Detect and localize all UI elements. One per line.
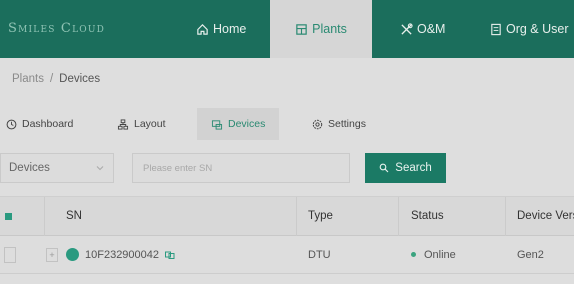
search-button[interactable]: Search [365,153,446,183]
nav-item-home[interactable]: Home [196,0,246,58]
column-divider [505,197,506,237]
sn-search-input[interactable] [132,153,350,183]
nav-item-label: Plants [312,22,347,36]
online-status-dot [411,252,416,257]
table-row[interactable]: + 10F232900042 DTU Online Gen2 [0,236,574,274]
tab-devices[interactable]: Devices [197,108,280,140]
cell-version: Gen2 [517,248,544,261]
column-divider [44,197,45,237]
tab-label: Settings [328,118,366,130]
column-header-sn[interactable]: SN [66,197,82,235]
status-value: Online [424,248,456,261]
tab-label: Devices [228,118,266,130]
breadcrumb-separator: / [49,73,54,85]
top-nav-bar: Smiles Cloud Home Plants O&M Org & User [0,0,574,58]
breadcrumb-parent[interactable]: Plants [12,73,44,85]
gear-icon [312,119,323,129]
tab-layout[interactable]: Layout [117,108,166,140]
clock-icon [6,119,17,129]
org-icon [491,23,501,35]
nav-item-label: Org & User [506,22,569,36]
cell-type: DTU [308,248,331,261]
nav-item-om[interactable]: O&M [400,0,445,58]
chevron-down-icon [96,166,104,171]
breadcrumb-current: Devices [59,73,101,85]
select-all-checkbox[interactable] [5,213,12,220]
nav-item-org-user[interactable]: Org & User [490,0,569,58]
table-header: SN Type Status Device Vers [0,196,574,237]
home-icon [197,23,208,35]
search-button-label: Search [395,162,432,174]
row-checkbox[interactable] [4,247,16,263]
breadcrumb: Plants / Devices [12,73,100,85]
tools-icon [401,22,413,35]
cell-sn: 10F232900042 [66,236,175,273]
tab-dashboard[interactable]: Dashboard [6,108,73,140]
dtu-icon [66,248,79,261]
column-header-status[interactable]: Status [411,197,444,235]
plant-tabs: Dashboard Layout Devices Settings [0,108,574,140]
nav-item-plants[interactable]: Plants [270,0,372,58]
search-icon [379,163,389,173]
cell-status: Online [411,236,456,273]
devices-icon [211,119,223,130]
expand-row-button[interactable]: + [46,248,58,262]
sn-value[interactable]: 10F232900042 [85,249,159,261]
device-type-select[interactable]: Devices [0,153,114,183]
tab-label: Dashboard [22,118,74,130]
column-header-type[interactable]: Type [308,197,333,235]
column-divider [296,197,297,237]
nav-item-label: Home [213,22,247,36]
layout-icon [117,118,129,130]
plants-icon [296,23,307,35]
tab-settings[interactable]: Settings [312,108,366,140]
select-value: Devices [9,162,50,174]
nav-item-label: O&M [417,22,446,36]
column-header-version[interactable]: Device Vers [517,197,574,235]
column-divider [398,197,399,237]
app-logo[interactable]: Smiles Cloud [8,21,105,36]
link-icon[interactable] [165,251,175,259]
tab-label: Layout [134,118,166,130]
